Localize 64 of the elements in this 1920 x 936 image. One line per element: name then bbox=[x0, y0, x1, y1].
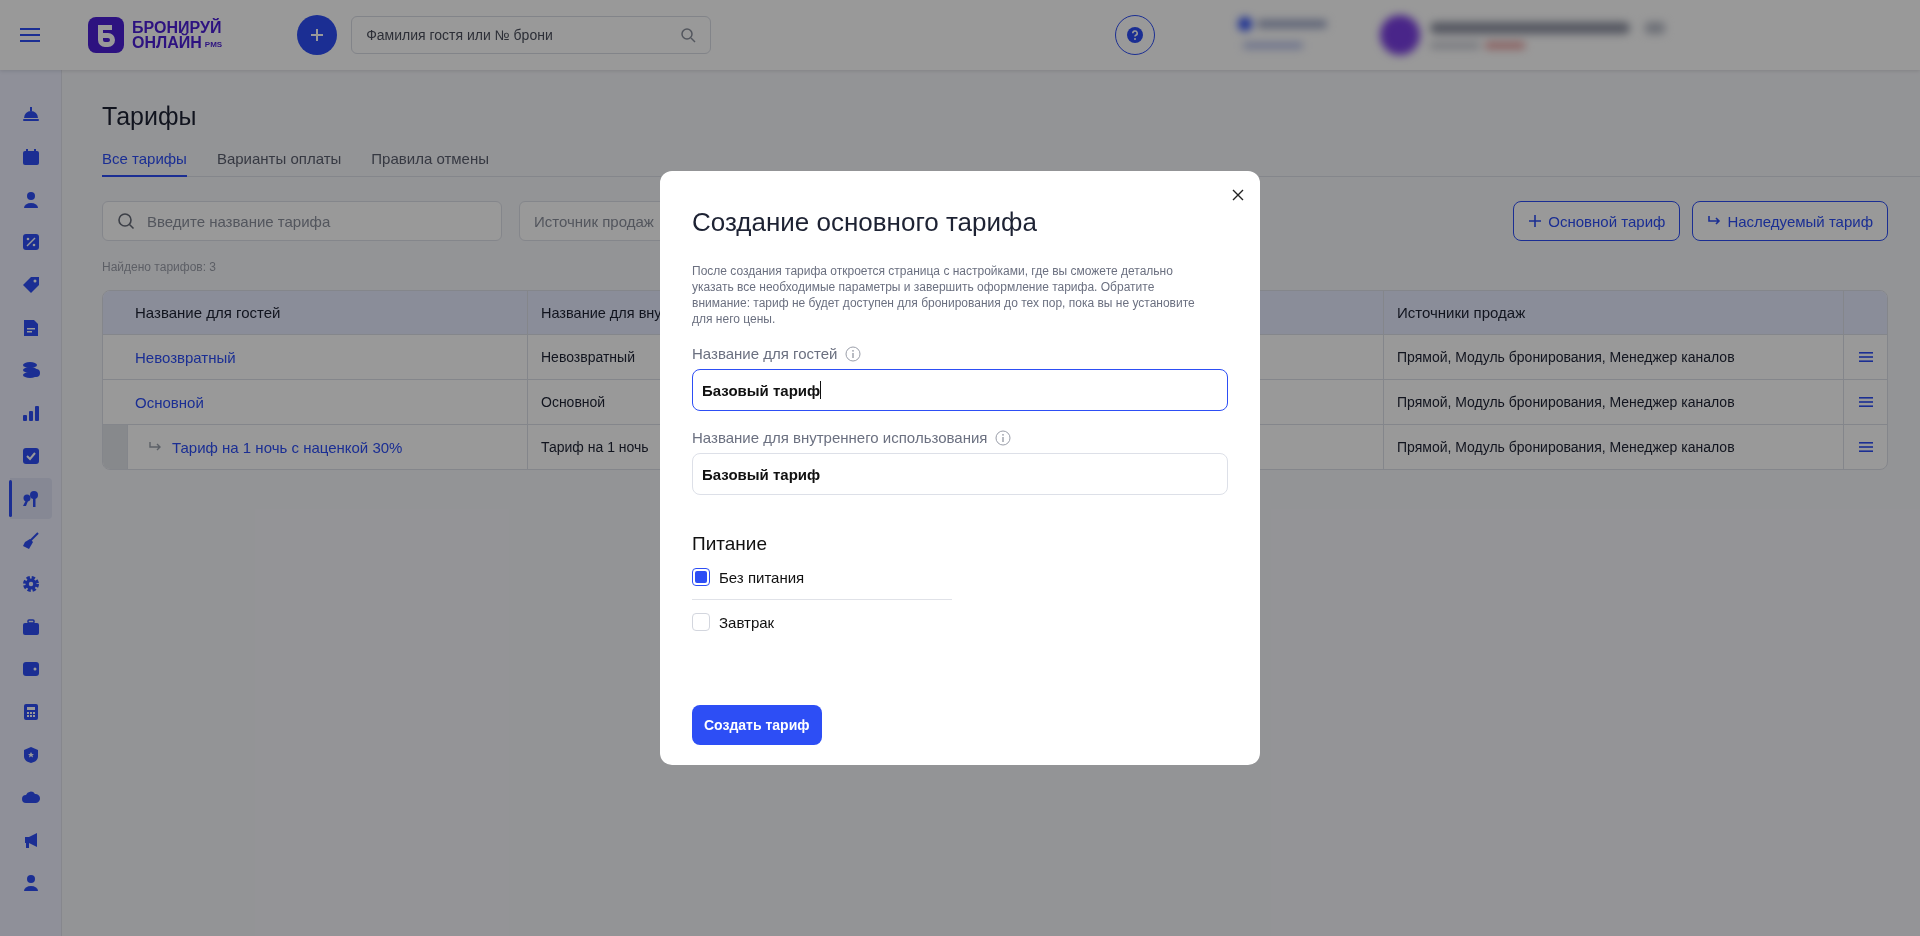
add-rate-button[interactable]: Основной тариф bbox=[1513, 201, 1681, 241]
tag-icon bbox=[21, 275, 41, 296]
info-icon bbox=[995, 429, 1012, 446]
person-icon bbox=[21, 872, 41, 893]
logo-text: ОНЛАЙН bbox=[132, 35, 202, 50]
checkbox-icon bbox=[21, 445, 41, 466]
plus-icon bbox=[310, 28, 325, 42]
search-field[interactable]: Фамилия гостя или № брони bbox=[351, 16, 712, 54]
add-button[interactable] bbox=[297, 15, 338, 55]
input-field[interactable]: Базовый тариф bbox=[692, 369, 1228, 411]
table-cell: Прямой, Модуль бронирования, Менеджер каналов bbox=[1397, 349, 1735, 365]
tab[interactable]: Варианты оплаты bbox=[216, 150, 342, 177]
tab[interactable]: Правила отмены bbox=[371, 150, 489, 177]
search-field[interactable]: Введите название тарифа bbox=[102, 201, 502, 241]
question-icon bbox=[1127, 27, 1144, 43]
document-icon bbox=[21, 317, 41, 338]
keys-icon bbox=[21, 488, 41, 509]
rate-link[interactable]: Тариф на 1 ночь с наценкой 30% bbox=[172, 438, 403, 456]
shield-star-icon bbox=[21, 744, 41, 765]
checkbox-label: Завтрак bbox=[719, 613, 775, 631]
turn-arrow-icon bbox=[1707, 215, 1722, 227]
field-label: Название для гостей bbox=[692, 345, 838, 362]
close-icon[interactable] bbox=[1232, 189, 1244, 201]
logo-icon bbox=[88, 17, 124, 53]
rate-link[interactable]: Основной bbox=[135, 393, 204, 411]
broom-icon bbox=[21, 531, 41, 552]
column-header: Название для вну bbox=[541, 304, 662, 321]
menu-icon[interactable] bbox=[1858, 351, 1873, 363]
field-label: Название для внутреннего использования bbox=[692, 429, 988, 446]
percent-icon bbox=[21, 232, 41, 253]
search-icon bbox=[680, 27, 697, 43]
calendar-icon bbox=[21, 147, 41, 168]
table-cell: Основной bbox=[541, 394, 606, 410]
table-cell: Тариф на 1 ночь bbox=[541, 439, 649, 455]
info-icon bbox=[845, 345, 862, 362]
bar-chart-icon bbox=[21, 403, 41, 424]
briefcase-icon bbox=[21, 616, 41, 637]
section-title: Питание bbox=[692, 533, 768, 555]
input-field[interactable]: Базовый тариф bbox=[692, 453, 1228, 495]
sidebar-item[interactable] bbox=[10, 478, 52, 519]
menu-icon[interactable] bbox=[1858, 396, 1873, 408]
person-icon bbox=[21, 189, 41, 210]
dialog-description: После создания тарифа откроется страница с настройками, где вы сможете детально указать все необходимые параметры и завершить оформление тарифа. Обратите внимание: тариф не будет доступен для бронирования до тех пор, пока вы не установите для него цены. bbox=[692, 263, 1196, 327]
add-rate-button[interactable]: Наследуемый тариф bbox=[1692, 201, 1888, 241]
column-header: Источники продаж bbox=[1397, 304, 1526, 321]
table-cell: Прямой, Модуль бронирования, Менеджер каналов bbox=[1397, 394, 1735, 410]
logo-text: PMS bbox=[204, 40, 223, 50]
rate-link[interactable]: Невозвратный bbox=[135, 348, 236, 366]
table-cell: Невозвратный bbox=[541, 349, 635, 365]
calculator-icon bbox=[21, 701, 41, 722]
menu-icon[interactable] bbox=[20, 27, 40, 43]
coins-icon bbox=[21, 360, 41, 381]
gear-icon bbox=[21, 573, 41, 594]
turn-arrow-icon bbox=[148, 441, 162, 453]
table-cell: Прямой, Модуль бронирования, Менеджер каналов bbox=[1397, 439, 1735, 455]
page-title: Тарифы bbox=[102, 101, 198, 132]
column-header: Название для гостей bbox=[135, 304, 281, 321]
create-button[interactable]: Создать тариф bbox=[692, 705, 822, 745]
search-icon bbox=[117, 212, 135, 230]
checkbox-label: Без питания bbox=[719, 568, 805, 586]
checkbox[interactable] bbox=[692, 568, 710, 586]
menu-icon[interactable] bbox=[1858, 441, 1873, 453]
plus-icon bbox=[1528, 214, 1543, 228]
tab[interactable]: Все тарифы bbox=[102, 150, 187, 177]
